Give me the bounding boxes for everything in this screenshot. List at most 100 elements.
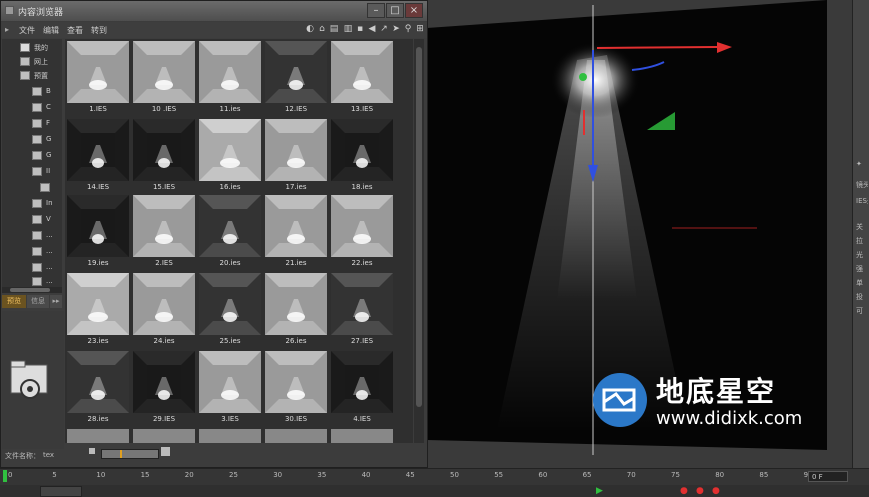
tree-item[interactable]: 预置 (2, 69, 62, 83)
thumbnail-item[interactable] (199, 195, 261, 257)
tree-item[interactable]: ... (2, 229, 62, 243)
scrollbar-thumb[interactable] (416, 47, 422, 407)
thumbnail-item[interactable] (265, 195, 327, 257)
tree-item[interactable] (2, 181, 62, 195)
window-titlebar[interactable]: 内容浏览器 – □ × (1, 1, 427, 21)
layout-icon[interactable]: ▥ (343, 24, 353, 34)
thumbnail-item[interactable] (265, 119, 327, 181)
grid-vertical-scrollbar[interactable] (414, 39, 424, 443)
thumbnail-item[interactable] (331, 195, 393, 257)
tree-item[interactable]: ... (2, 261, 62, 275)
panel-label[interactable]: 关 (856, 222, 868, 232)
menu-view[interactable]: 查看 (67, 25, 83, 36)
panel-label[interactable]: 光 (856, 250, 868, 260)
thumbnail-item[interactable] (331, 273, 393, 335)
search-icon[interactable]: ⚲ (403, 24, 413, 34)
tree-item[interactable]: ... (2, 245, 62, 259)
tree-item[interactable]: In (2, 197, 62, 211)
thumbnail-item[interactable] (331, 41, 393, 103)
thumbnail-item[interactable] (67, 273, 129, 335)
tree-item[interactable]: V (2, 213, 62, 227)
thumbnail-item[interactable] (133, 195, 195, 257)
tree-item[interactable]: G (2, 133, 62, 147)
x-axis-arrow[interactable] (596, 46, 718, 49)
timeline-cursor[interactable] (3, 470, 7, 482)
thumbnail-size-slider[interactable] (101, 449, 159, 459)
menu-edit[interactable]: 编辑 (43, 25, 59, 36)
thumbnail-item[interactable] (265, 351, 327, 413)
home-icon[interactable]: ⌂ (317, 24, 327, 34)
panel-label[interactable]: 可 (856, 306, 868, 316)
tree-horizontal-scrollbar[interactable] (2, 287, 62, 293)
panel-label[interactable]: 单 (856, 278, 868, 288)
menu-arrow-icon[interactable]: ▸ (5, 25, 9, 34)
timeline-tick-label: 40 (361, 471, 371, 479)
tree-item-label: ... (46, 263, 53, 271)
panel-label[interactable]: 强 (856, 264, 868, 274)
panel-label[interactable]: 投 (856, 292, 868, 302)
thumbnail-item[interactable] (199, 41, 261, 103)
large-thumb-icon[interactable] (161, 447, 170, 456)
back-icon[interactable]: ◀ (367, 24, 377, 34)
view-mode-icon[interactable]: ◐ (305, 24, 315, 34)
thumbnail-label: 14.IES (86, 183, 110, 191)
tree-item[interactable]: 网上 (2, 55, 62, 69)
thumbnail-item[interactable] (133, 351, 195, 413)
new-window-icon[interactable]: ⊞ (415, 24, 425, 34)
tree-item[interactable]: C (2, 101, 62, 115)
thumbnail-item[interactable] (67, 195, 129, 257)
pin-icon[interactable]: ✦ (856, 160, 868, 168)
thumbnail-item[interactable] (133, 273, 195, 335)
thumbnail-item-partial[interactable] (331, 429, 393, 443)
thumbnail-item[interactable] (199, 351, 261, 413)
tab-more-icon[interactable]: ▸▸ (50, 295, 62, 308)
timeline[interactable]: 0510152025303540455055606570758085900 F (0, 468, 869, 485)
thumbnail-item[interactable] (133, 41, 195, 103)
close-button[interactable]: × (405, 3, 423, 18)
list-icon[interactable]: ▪ (355, 24, 365, 34)
folder-icon[interactable]: ▤ (329, 24, 339, 34)
tree-item[interactable]: II (2, 165, 62, 179)
thumbnail-item[interactable] (331, 351, 393, 413)
thumbnail-item[interactable] (67, 41, 129, 103)
thumbnail-item[interactable] (67, 351, 129, 413)
tab-info[interactable]: 信息 (27, 295, 49, 308)
playback-toolbar: ▶ ● ● ● (0, 485, 869, 497)
thumbnail-item-partial[interactable] (133, 429, 195, 443)
thumbnail-item-partial[interactable] (265, 429, 327, 443)
slider-handle[interactable] (120, 450, 122, 458)
thumbnail-label: 28.ies (87, 415, 109, 423)
minimize-button[interactable]: – (367, 3, 385, 18)
tree-item[interactable]: G (2, 149, 62, 163)
current-frame-field[interactable]: 0 F (808, 471, 848, 482)
tree-item[interactable]: B (2, 85, 62, 99)
folder-icon (32, 263, 42, 272)
keyframe-button-icon[interactable]: ● (696, 486, 704, 496)
ies-preview-icon (265, 195, 327, 257)
small-thumb-icon[interactable] (89, 448, 95, 454)
play-button-icon[interactable]: ▶ (596, 486, 603, 496)
thumbnail-item-partial[interactable] (199, 429, 261, 443)
thumbnail-item[interactable] (133, 119, 195, 181)
thumbnail-item-partial[interactable] (67, 429, 129, 443)
tree-item[interactable]: F (2, 117, 62, 131)
menu-goto[interactable]: 转到 (91, 25, 107, 36)
y-axis-handle[interactable] (579, 73, 587, 81)
panel-label[interactable]: 拉 (856, 236, 868, 246)
thumbnail-item[interactable] (265, 41, 327, 103)
thumbnail-item[interactable] (199, 273, 261, 335)
thumbnail-item[interactable] (67, 119, 129, 181)
thumbnail-item[interactable] (199, 119, 261, 181)
scrollbar-thumb[interactable] (10, 288, 50, 292)
autokey-button-icon[interactable]: ● (712, 486, 720, 496)
up-icon[interactable]: ↗ (379, 24, 389, 34)
tree-item[interactable]: 我的 (2, 41, 62, 55)
navigate-icon[interactable]: ➤ (391, 24, 401, 34)
record-button-icon[interactable]: ● (680, 486, 688, 496)
thumbnail-item[interactable] (265, 273, 327, 335)
tab-preview[interactable]: 预览 (2, 295, 26, 308)
maximize-button[interactable]: □ (386, 3, 404, 18)
thumbnail-item[interactable] (331, 119, 393, 181)
timeline-field[interactable] (40, 486, 82, 497)
menu-file[interactable]: 文件 (19, 25, 35, 36)
